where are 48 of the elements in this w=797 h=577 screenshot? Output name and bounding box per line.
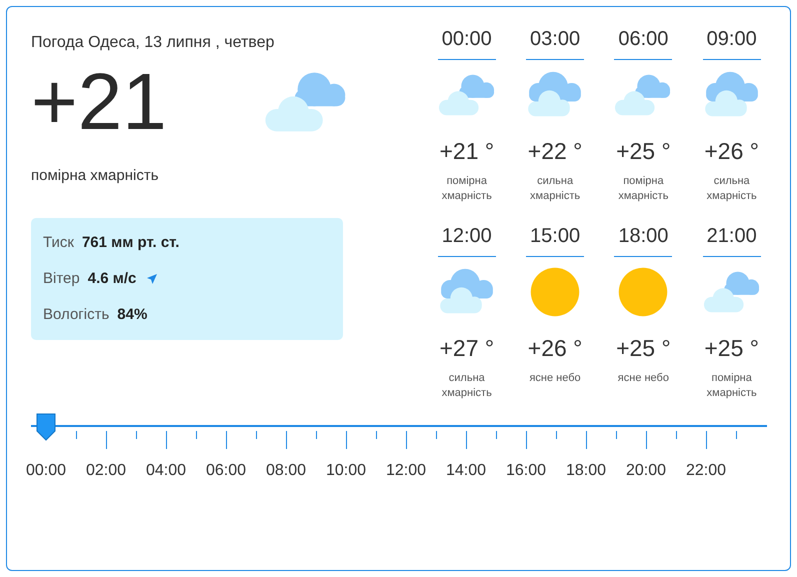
forecast-time: 00:00 — [438, 25, 496, 60]
forecast-description: сильна хмарність — [706, 174, 758, 204]
forecast-description: помірна хмарність — [440, 174, 493, 204]
forecast-description: сильна хмарність — [529, 174, 582, 204]
timeline-label: 06:00 — [204, 461, 248, 481]
timeline-label: 16:00 — [504, 461, 548, 481]
current-description: помірна хмарність — [31, 166, 160, 186]
forecast-time: 12:00 — [438, 222, 496, 257]
forecast-temperature: +22 ° — [528, 137, 582, 166]
timeline-label: 14:00 — [444, 461, 488, 481]
forecast-description: ясне небо — [528, 371, 582, 386]
detail-label: Вітер — [43, 268, 80, 288]
forecast-time: 06:00 — [614, 25, 672, 60]
forecast-description: помірна хмарність — [617, 174, 670, 204]
detail-label: Вологість — [43, 304, 110, 324]
forecast-time: 18:00 — [614, 222, 672, 257]
forecast-description: сильна хмарність — [440, 371, 493, 401]
timeline-label: 10:00 — [324, 461, 368, 481]
timeline-label: 18:00 — [564, 461, 608, 481]
weather-title: Погода Одеса, 13 липня , четвер — [31, 33, 276, 53]
detail-label: Тиск — [43, 232, 74, 252]
forecast-description: ясне небо — [616, 371, 670, 386]
forecast-temperature: +26 ° — [528, 334, 582, 363]
timeline-label: 22:00 — [684, 461, 728, 481]
timeline-label: 12:00 — [384, 461, 428, 481]
timeline-label: 04:00 — [144, 461, 188, 481]
forecast-time: 21:00 — [702, 222, 761, 257]
forecast-temperature: +27 ° — [439, 334, 494, 363]
forecast-temperature: +25 ° — [616, 334, 671, 363]
timeline-label: 08:00 — [264, 461, 308, 481]
detail-value: 761 мм рт. ст. — [82, 232, 180, 252]
timeline-slider[interactable] — [31, 413, 767, 449]
forecast-time: 03:00 — [526, 25, 584, 60]
forecast-time: 09:00 — [702, 25, 761, 60]
forecast-description: помірна хмарність — [706, 371, 758, 401]
detail-value: 4.6 м/с — [88, 268, 136, 288]
timeline-label: 20:00 — [624, 461, 668, 481]
timeline-label: 00:00 — [24, 461, 68, 481]
forecast-temperature: +25 ° — [616, 137, 671, 166]
timeline-label: 02:00 — [84, 461, 128, 481]
slider-thumb[interactable] — [35, 413, 57, 441]
detail-value: 84% — [117, 304, 148, 324]
wind-direction-icon — [146, 272, 158, 284]
forecast-temperature: +21 ° — [439, 137, 494, 166]
forecast-temperature: +26 ° — [704, 137, 759, 166]
current-temperature: +21 — [31, 57, 167, 147]
forecast-time: 15:00 — [526, 222, 584, 257]
forecast-temperature: +25 ° — [704, 334, 759, 363]
